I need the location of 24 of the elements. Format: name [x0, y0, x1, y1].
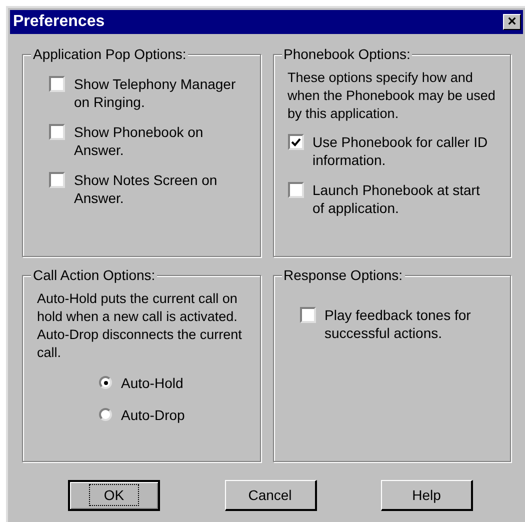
radio-button[interactable]	[99, 408, 112, 421]
checkbox-label: Show Notes Screen on Answer.	[74, 171, 218, 207]
radio-label: Auto-Hold	[121, 374, 184, 392]
checkbox[interactable]	[288, 182, 304, 198]
checkbox[interactable]	[49, 76, 65, 92]
checkbox[interactable]	[288, 134, 304, 150]
dialog-button[interactable]: Cancel	[224, 480, 316, 511]
checkbox-label: Use Phonebook for caller ID information.	[312, 133, 489, 169]
radio-button[interactable]	[99, 376, 112, 389]
checkbox[interactable]	[49, 124, 65, 140]
dialog-button[interactable]: Help	[381, 480, 473, 511]
radio-label: Auto-Drop	[121, 406, 185, 424]
close-button[interactable]: ×	[503, 14, 521, 30]
checkmark-icon	[290, 138, 300, 146]
checkbox-label: Launch Phonebook at start of application.	[312, 181, 481, 217]
checkbox[interactable]	[300, 307, 316, 323]
checkbox[interactable]	[49, 172, 65, 188]
checkbox-label: Show Telephony Manager on Ringing.	[74, 75, 237, 111]
checkbox-label: Play feedback tones for successful actions.	[324, 306, 472, 342]
description-text: These options specify how and when the Phonebook may be used by this application.	[288, 69, 496, 123]
checkbox-label: Show Phonebook on Answer.	[74, 123, 204, 159]
description-text: Auto-Hold puts the current call on hold when a new call is activated. Auto-Drop disconnects the current call.	[37, 290, 243, 362]
window-title: Preferences	[13, 12, 105, 32]
dialog-button[interactable]: OK	[68, 480, 160, 511]
